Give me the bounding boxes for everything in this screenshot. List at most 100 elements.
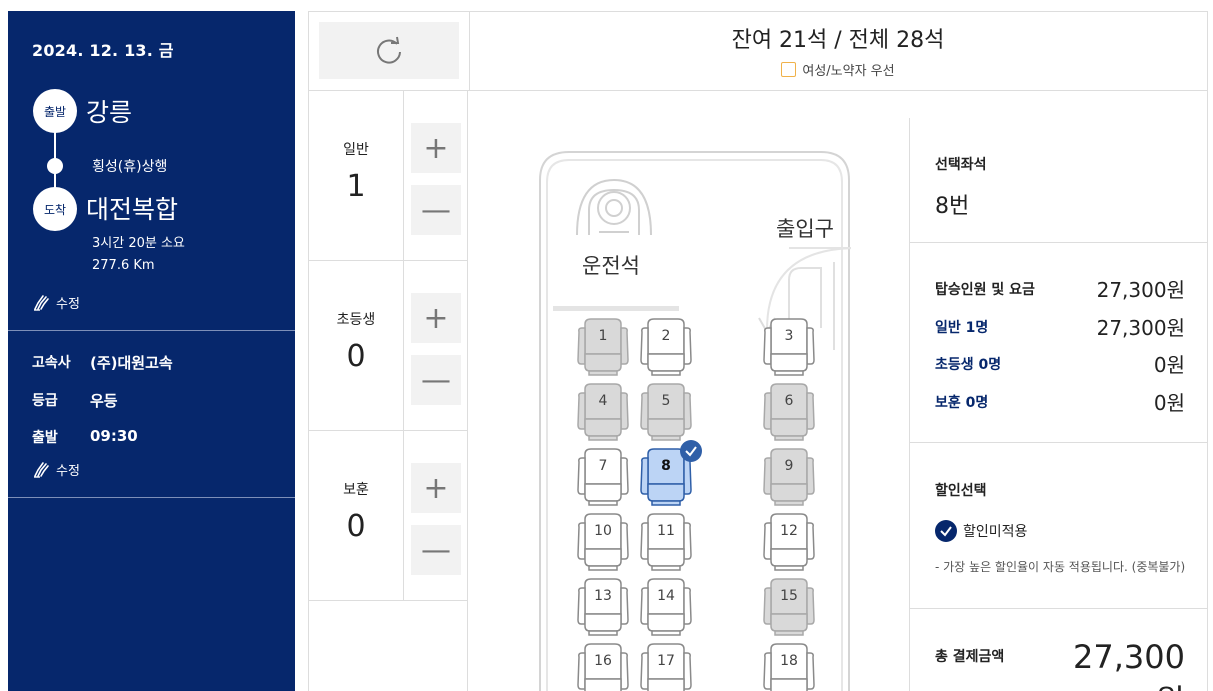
decrease-veteran-button[interactable]: — [411, 525, 461, 575]
fare-row-label: 일반 1명 [935, 319, 989, 336]
fare-title: 탑승인원 및 요금 [935, 281, 1035, 298]
increase-general-button[interactable]: + [411, 123, 461, 173]
seat-number: 13 [594, 588, 612, 604]
passenger-count: 0 [346, 339, 366, 374]
seat-2[interactable]: 2 [640, 318, 692, 376]
fare-total-row: 탑승인원 및 요금 27,300원 [935, 274, 1185, 303]
seat-11[interactable]: 11 [640, 513, 692, 571]
increase-child-button[interactable]: + [411, 293, 461, 343]
seat-15[interactable]: 15 [763, 578, 815, 636]
selected-seat-value: 8번 [935, 194, 970, 219]
seat-17[interactable]: 17 [640, 643, 692, 691]
passenger-type-label: 초등생 [336, 312, 376, 328]
discount-option[interactable]: 할인미적용 [935, 520, 1027, 542]
passenger-counter-veteran: 보훈 0 + — [309, 431, 467, 601]
seat-icon [577, 318, 629, 376]
bus-grade-label: 등급 [32, 393, 58, 409]
via-stop: 횡성(휴)상행 [92, 159, 168, 175]
seat-count: 잔여 21석 / 전체 28석 [731, 28, 945, 53]
seat-16[interactable]: 16 [577, 643, 629, 691]
seat-number: 9 [784, 458, 794, 474]
seat-number: 17 [657, 653, 675, 669]
bus-company-label: 고속사 [32, 355, 71, 371]
decrease-general-button[interactable]: — [411, 185, 461, 235]
fare-row-general: 일반 1명 27,300원 [935, 312, 1185, 341]
summary-divider [910, 242, 1208, 243]
seatmap-divider [467, 91, 468, 691]
check-circle-icon [935, 520, 957, 542]
fare-row-veteran: 보훈 0명 0원 [935, 387, 1185, 416]
fare-row-label: 초등생 0명 [935, 356, 1002, 373]
edit-icon [34, 295, 49, 311]
seat-number: 3 [784, 328, 794, 344]
trip-distance: 277.6 Km [92, 258, 155, 273]
summary-divider [910, 442, 1208, 443]
seat-number: 6 [784, 393, 794, 409]
passenger-counter-general: 일반 1 + — [309, 91, 467, 261]
seat-icon [763, 383, 815, 441]
edit-bus-label: 수정 [56, 463, 80, 479]
discount-option-label: 할인미적용 [963, 524, 1028, 540]
seat-8[interactable]: 8 [640, 440, 702, 506]
priority-label: 여성/노약자 우선 [802, 64, 895, 79]
seat-icon [577, 383, 629, 441]
selected-check-icon [680, 440, 702, 462]
edit-route-button[interactable]: 수정 [32, 292, 80, 312]
seat-7[interactable]: 7 [577, 448, 629, 506]
seat-12[interactable]: 12 [763, 513, 815, 571]
sidebar-divider [8, 330, 295, 331]
passenger-type-label: 일반 [343, 142, 369, 158]
seat-14[interactable]: 14 [640, 578, 692, 636]
depart-time: 09:30 [90, 427, 138, 445]
seat-3[interactable]: 3 [763, 318, 815, 376]
departure-badge: 출발 [33, 89, 77, 133]
trip-duration: 3시간 20분 소요 [92, 236, 185, 251]
seat-9[interactable]: 9 [763, 448, 815, 506]
seat-icon [577, 578, 629, 636]
seat-icon [577, 513, 629, 571]
seat-icon [763, 513, 815, 571]
seat-number: 1 [598, 328, 608, 344]
seat-5[interactable]: 5 [640, 383, 692, 441]
seat-6[interactable]: 6 [763, 383, 815, 441]
seat-1[interactable]: 1 [577, 318, 629, 376]
fare-total: 27,300원 [1096, 278, 1185, 302]
passenger-counter-child: 초등생 0 + — [309, 261, 467, 431]
seat-4[interactable]: 4 [577, 383, 629, 441]
booking-summary: 선택좌석 8번 탑승인원 및 요금 27,300원 일반 1명 27,300원 … [909, 118, 1208, 691]
fare-row-child: 초등생 0명 0원 [935, 349, 1185, 378]
steering-wheel-icon [576, 178, 652, 236]
fare-row-value: 0원 [1153, 353, 1185, 377]
decrease-child-button[interactable]: — [411, 355, 461, 405]
seat-number: 5 [661, 393, 671, 409]
passenger-count: 0 [346, 509, 366, 544]
refresh-button[interactable] [319, 22, 459, 79]
seat-number: 18 [780, 653, 798, 669]
edit-route-label: 수정 [56, 296, 80, 312]
passenger-count: 1 [346, 169, 366, 204]
summary-divider [910, 608, 1208, 609]
trip-sidebar: 2024. 12. 13. 금 출발 강릉 횡성(휴)상행 도착 대전복합 3시… [8, 11, 295, 691]
bus-seat-map: 운전석 출입구 1 2 3 4 5 6 7 8 9 10 11 12 13 14 15 16 17 18 [539, 150, 851, 691]
total-amount: 27,300원 [1073, 638, 1185, 691]
seat-number: 10 [594, 523, 612, 539]
bus-company-row: 고속사 (주)대원고속 [32, 352, 173, 373]
seat-icon [640, 318, 692, 376]
via-dot [47, 158, 63, 174]
bus-grade-row: 등급 우등 [32, 390, 118, 411]
fare-row-label: 보훈 0명 [935, 394, 989, 411]
arrival-terminal: 대전복합 [86, 195, 179, 224]
seat-13[interactable]: 13 [577, 578, 629, 636]
seat-10[interactable]: 10 [577, 513, 629, 571]
depart-time-label: 출발 [32, 430, 58, 446]
edit-bus-button[interactable]: 수정 [32, 459, 80, 479]
passenger-type-label: 보훈 [343, 482, 369, 498]
seat-number: 11 [657, 523, 675, 539]
fare-row-value: 0원 [1153, 391, 1185, 415]
increase-veteran-button[interactable]: + [411, 463, 461, 513]
fare-row-value: 27,300원 [1096, 316, 1185, 340]
total-label: 총 결제금액 [935, 649, 1005, 665]
seat-icon [763, 578, 815, 636]
seat-18[interactable]: 18 [763, 643, 815, 691]
seat-icon [577, 448, 629, 506]
